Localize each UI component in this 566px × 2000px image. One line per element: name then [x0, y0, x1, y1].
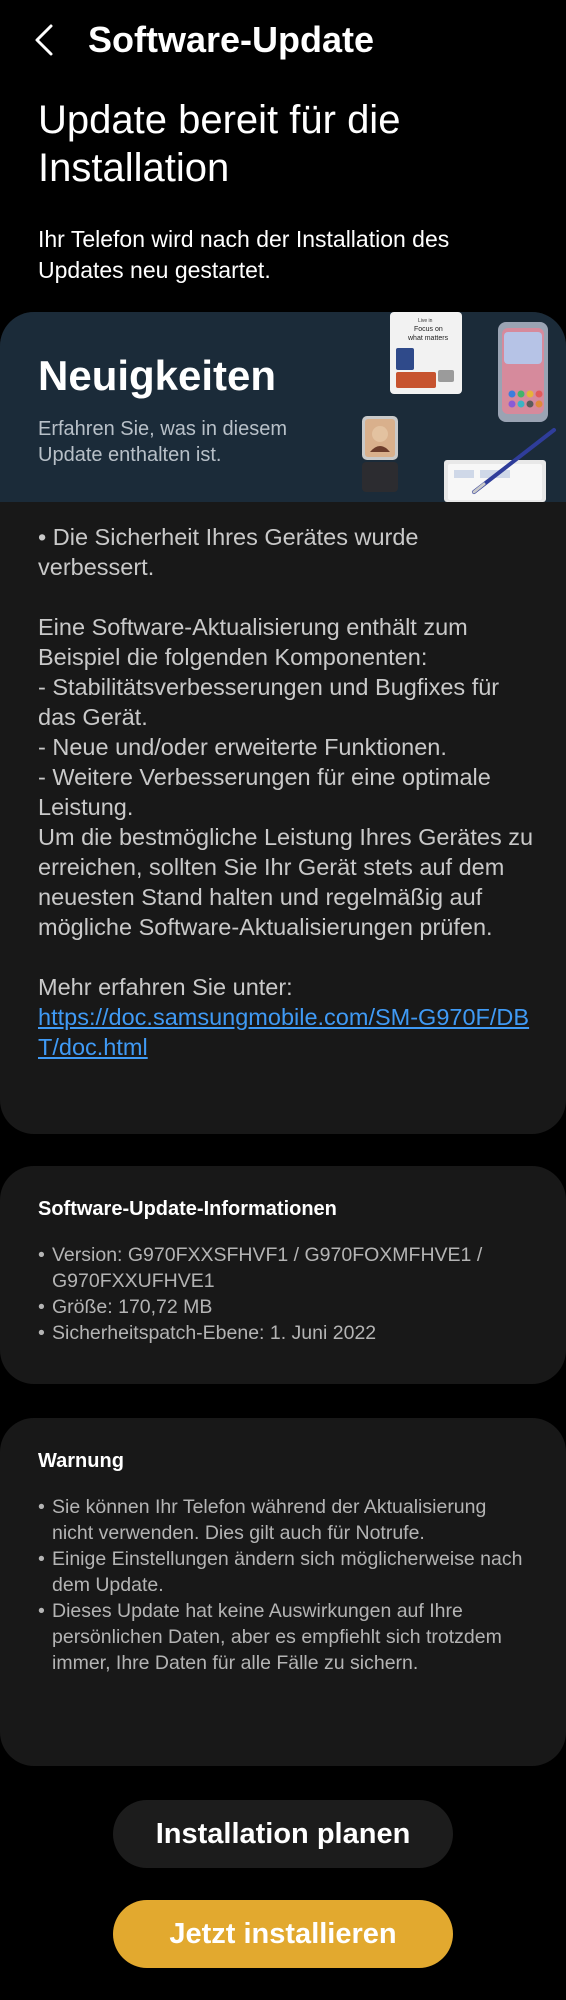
update-security-patch: Sicherheitspatch-Ebene: 1. Juni 2022 [38, 1320, 528, 1346]
warning-list: Sie können Ihr Telefon während der Aktua… [38, 1494, 528, 1676]
release-notes-link[interactable]: https://doc.samsungmobile.com/SM-G970F/D… [38, 1002, 538, 1062]
update-size: Größe: 170,72 MB [38, 1294, 528, 1320]
news-component-item: - Neue und/oder erweiterte Funktionen. [38, 734, 447, 760]
page-title: Software-Update [88, 19, 375, 60]
chevron-left-icon [35, 24, 53, 56]
update-version: Version: G970FXXSFHVF1 / G970FOXMFHVE1 /… [38, 1242, 528, 1294]
banner-card-text-3: what matters [407, 335, 449, 342]
update-status-headline: Update bereit für die Installation [38, 98, 401, 190]
update-info-card: Software-Update-Informationen Version: G… [0, 1166, 566, 1384]
warning-heading: Warnung [38, 1450, 124, 1472]
app-header: Software-Update [0, 0, 566, 80]
news-components-intro: Eine Software-Aktualisierung enthält zum… [38, 614, 468, 670]
news-card: Neuigkeiten Erfahren Sie, was in diesem … [0, 312, 566, 1134]
update-info-heading: Software-Update-Informationen [38, 1198, 337, 1220]
warning-item: Dieses Update hat keine Auswirkungen auf… [38, 1598, 528, 1676]
install-now-button[interactable]: Jetzt installieren [113, 1900, 453, 1968]
warning-item: Sie können Ihr Telefon während der Aktua… [38, 1494, 528, 1546]
news-recommendation: Um die bestmögliche Leistung Ihres Gerät… [38, 824, 534, 940]
news-title: Neuigkeiten [38, 352, 277, 399]
warning-card: Warnung Sie können Ihr Telefon während d… [0, 1418, 566, 1766]
news-more-info-label: Mehr erfahren Sie unter: [38, 974, 293, 1000]
banner-card-text-1: Live in [418, 318, 433, 324]
banner-card-text-2: Focus on [414, 326, 443, 333]
news-component-item: - Weitere Verbesserungen für eine optima… [38, 764, 491, 820]
news-banner: Neuigkeiten Erfahren Sie, was in diesem … [0, 312, 566, 502]
update-info-list: Version: G970FXXSFHVF1 / G970FOXMFHVE1 /… [38, 1242, 528, 1346]
schedule-installation-button[interactable]: Installation planen [113, 1800, 453, 1868]
news-security-note: • Die Sicherheit Ihres Gerätes wurde ver… [38, 524, 419, 580]
back-button[interactable] [22, 18, 66, 62]
news-component-item: - Stabilitätsverbesserungen und Bugfixes… [38, 674, 500, 730]
warning-item: Einige Einstellungen ändern sich möglich… [38, 1546, 528, 1598]
update-status-subline: Ihr Telefon wird nach der Installation d… [38, 226, 450, 283]
device-illustration: Live in Focus on what matters [362, 312, 556, 502]
news-body: • Die Sicherheit Ihres Gerätes wurde ver… [38, 522, 538, 1062]
news-subtitle: Erfahren Sie, was in diesem Update entha… [38, 418, 288, 466]
